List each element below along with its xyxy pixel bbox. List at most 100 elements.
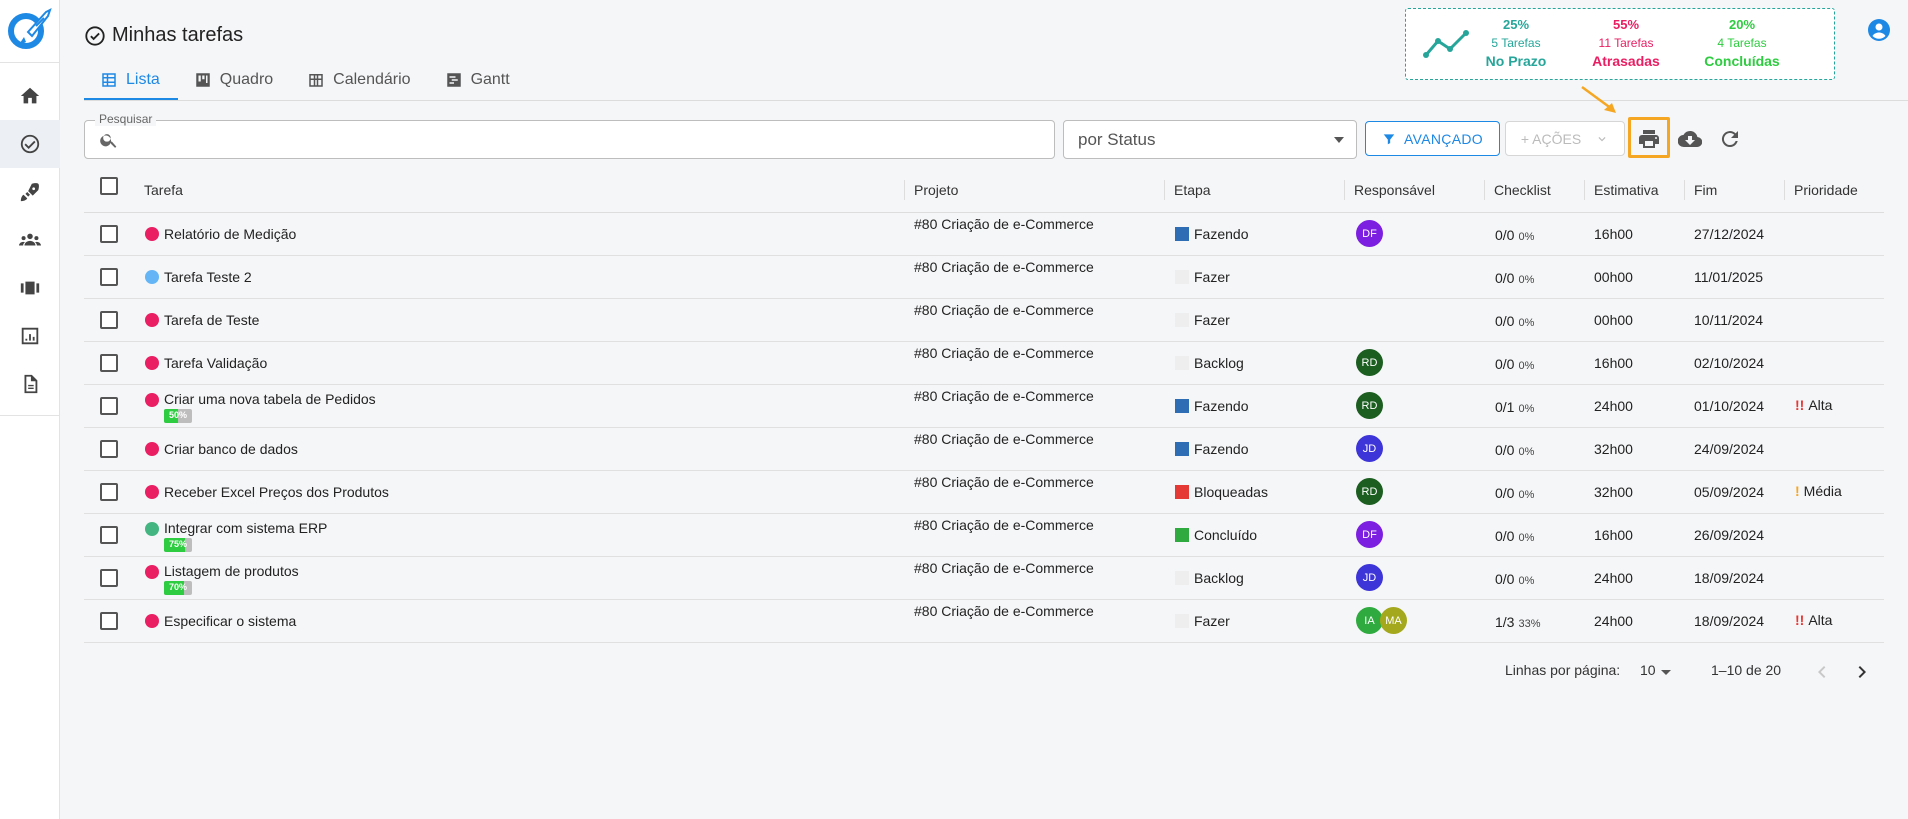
rows-per-page-select[interactable]: 10 bbox=[1640, 662, 1656, 678]
rows-per-page-label: Linhas por página: bbox=[1505, 662, 1621, 678]
sidebar-item-carousel[interactable] bbox=[0, 264, 60, 312]
table-row[interactable]: Especificar o sistema #80 Criação de e-Co… bbox=[84, 600, 1884, 643]
checklist-value: 0/0 0% bbox=[1495, 227, 1534, 243]
progress-badge: 75% bbox=[164, 538, 192, 552]
project-link[interactable]: #80 Criação de e-Commerce bbox=[914, 560, 1094, 576]
stage-color-swatch bbox=[1175, 313, 1189, 327]
avatar[interactable]: MA bbox=[1380, 607, 1407, 634]
row-checkbox[interactable] bbox=[100, 225, 118, 243]
task-name[interactable]: Tarefa de Teste bbox=[164, 312, 259, 328]
project-link[interactable]: #80 Criação de e-Commerce bbox=[914, 259, 1094, 275]
sidebar-item-home[interactable] bbox=[0, 72, 60, 120]
task-name[interactable]: Criar banco de dados bbox=[164, 441, 298, 457]
column-divider bbox=[1784, 180, 1785, 200]
annotation-arrow bbox=[1581, 85, 1616, 113]
stat-on-time[interactable]: 25% 5 Tarefas No Prazo bbox=[1466, 17, 1566, 69]
caret-down-icon bbox=[1661, 670, 1671, 675]
stat-percent: 20% bbox=[1728, 17, 1756, 32]
project-link[interactable]: #80 Criação de e-Commerce bbox=[914, 431, 1094, 447]
task-name[interactable]: Relatório de Medição bbox=[164, 226, 296, 242]
project-link[interactable]: #80 Criação de e-Commerce bbox=[914, 345, 1094, 361]
download-button[interactable] bbox=[1675, 124, 1705, 154]
task-name[interactable]: Listagem de produtos bbox=[164, 563, 299, 579]
row-checkbox[interactable] bbox=[100, 569, 118, 587]
table-row[interactable]: Criar uma nova tabela de Pedidos 50% #80 C… bbox=[84, 385, 1884, 428]
tab-quadro[interactable]: Quadro bbox=[178, 60, 291, 100]
table-row[interactable]: Criar banco de dados #80 Criação de e-Com… bbox=[84, 428, 1884, 471]
avatar[interactable]: RD bbox=[1356, 392, 1383, 419]
table-row[interactable]: Relatório de Medição #80 Criação de e-Com… bbox=[84, 213, 1884, 256]
tab-calendario[interactable]: Calendário bbox=[291, 60, 428, 100]
table-row[interactable]: Tarefa de Teste #80 Criação de e-Commerce… bbox=[84, 299, 1884, 342]
row-checkbox[interactable] bbox=[100, 268, 118, 286]
sidebar-item-projects[interactable] bbox=[0, 168, 60, 216]
row-checkbox[interactable] bbox=[100, 612, 118, 630]
stat-late[interactable]: 55% 11 Tarefas Atrasadas bbox=[1576, 17, 1676, 69]
row-checkbox[interactable] bbox=[100, 397, 118, 415]
progress-text: 50% bbox=[168, 410, 187, 420]
avatar[interactable]: JD bbox=[1356, 435, 1383, 462]
sidebar-item-reports[interactable] bbox=[0, 312, 60, 360]
previous-page-button[interactable] bbox=[1810, 660, 1834, 684]
avatar[interactable]: JD bbox=[1356, 564, 1383, 591]
select-all-checkbox[interactable] bbox=[100, 177, 118, 195]
column-header-task[interactable]: Tarefa bbox=[144, 168, 183, 212]
actions-button[interactable]: + AÇÕES bbox=[1505, 121, 1625, 156]
avatar[interactable]: DF bbox=[1356, 220, 1383, 247]
column-header-priority[interactable]: Prioridade bbox=[1794, 168, 1858, 212]
print-button[interactable] bbox=[1634, 124, 1664, 154]
sidebar-item-tasks[interactable] bbox=[0, 120, 60, 168]
refresh-button[interactable] bbox=[1715, 124, 1745, 154]
row-checkbox[interactable] bbox=[100, 440, 118, 458]
task-name[interactable]: Integrar com sistema ERP bbox=[164, 520, 327, 536]
status-filter-select[interactable]: por Status bbox=[1063, 120, 1357, 159]
column-header-owner[interactable]: Responsável bbox=[1354, 168, 1435, 212]
account-icon[interactable] bbox=[1867, 18, 1891, 42]
project-link[interactable]: #80 Criação de e-Commerce bbox=[914, 474, 1094, 490]
column-header-checklist[interactable]: Checklist bbox=[1494, 168, 1551, 212]
people-icon bbox=[19, 233, 41, 246]
estimate-value: 32h00 bbox=[1594, 441, 1633, 457]
row-checkbox[interactable] bbox=[100, 483, 118, 501]
table-row[interactable]: Tarefa Teste 2 #80 Criação de e-Commerce F… bbox=[84, 256, 1884, 299]
sidebar-item-documents[interactable] bbox=[0, 360, 60, 408]
table-row[interactable]: Receber Excel Preços dos Produtos #80 Cri… bbox=[84, 471, 1884, 514]
avatar[interactable]: DF bbox=[1356, 521, 1383, 548]
tab-label: Lista bbox=[126, 71, 160, 88]
pagination-range: 1–10 de 20 bbox=[1711, 662, 1782, 678]
column-header-end[interactable]: Fim bbox=[1694, 168, 1717, 212]
stage-label: Fazer bbox=[1194, 613, 1230, 629]
column-header-stage[interactable]: Etapa bbox=[1174, 168, 1211, 212]
task-name[interactable]: Tarefa Teste 2 bbox=[164, 269, 252, 285]
advanced-filter-button[interactable]: AVANÇADO bbox=[1365, 121, 1500, 156]
sidebar-item-team[interactable] bbox=[0, 216, 60, 264]
task-name[interactable]: Tarefa Validação bbox=[164, 355, 267, 371]
column-header-project[interactable]: Projeto bbox=[914, 168, 958, 212]
next-page-button[interactable] bbox=[1850, 660, 1874, 684]
avatar[interactable]: RD bbox=[1356, 349, 1383, 376]
search-input[interactable] bbox=[129, 127, 1029, 153]
stage-color-swatch bbox=[1175, 614, 1189, 628]
project-link[interactable]: #80 Criação de e-Commerce bbox=[914, 517, 1094, 533]
task-name[interactable]: Especificar o sistema bbox=[164, 613, 296, 629]
tab-lista[interactable]: Lista bbox=[84, 60, 178, 100]
row-checkbox[interactable] bbox=[100, 354, 118, 372]
avatar[interactable]: IA bbox=[1356, 607, 1383, 634]
task-name[interactable]: Receber Excel Preços dos Produtos bbox=[164, 484, 389, 500]
row-checkbox[interactable] bbox=[100, 311, 118, 329]
table-row[interactable]: Tarefa Validação #80 Criação de e-Commerc… bbox=[84, 342, 1884, 385]
rocket-icon bbox=[20, 183, 39, 202]
app-logo[interactable] bbox=[6, 4, 52, 54]
project-link[interactable]: #80 Criação de e-Commerce bbox=[914, 603, 1094, 619]
table-row[interactable]: Integrar com sistema ERP 75% #80 Criação d… bbox=[84, 514, 1884, 557]
row-checkbox[interactable] bbox=[100, 526, 118, 544]
task-name[interactable]: Criar uma nova tabela de Pedidos bbox=[164, 391, 376, 407]
project-link[interactable]: #80 Criação de e-Commerce bbox=[914, 388, 1094, 404]
project-link[interactable]: #80 Criação de e-Commerce bbox=[914, 216, 1094, 232]
tab-gantt[interactable]: Gantt bbox=[429, 60, 528, 100]
column-header-estimate[interactable]: Estimativa bbox=[1594, 168, 1659, 212]
avatar[interactable]: RD bbox=[1356, 478, 1383, 505]
table-row[interactable]: Listagem de produtos 70% #80 Criação de e-… bbox=[84, 557, 1884, 600]
stat-done[interactable]: 20% 4 Tarefas Concluídas bbox=[1692, 17, 1792, 69]
project-link[interactable]: #80 Criação de e-Commerce bbox=[914, 302, 1094, 318]
